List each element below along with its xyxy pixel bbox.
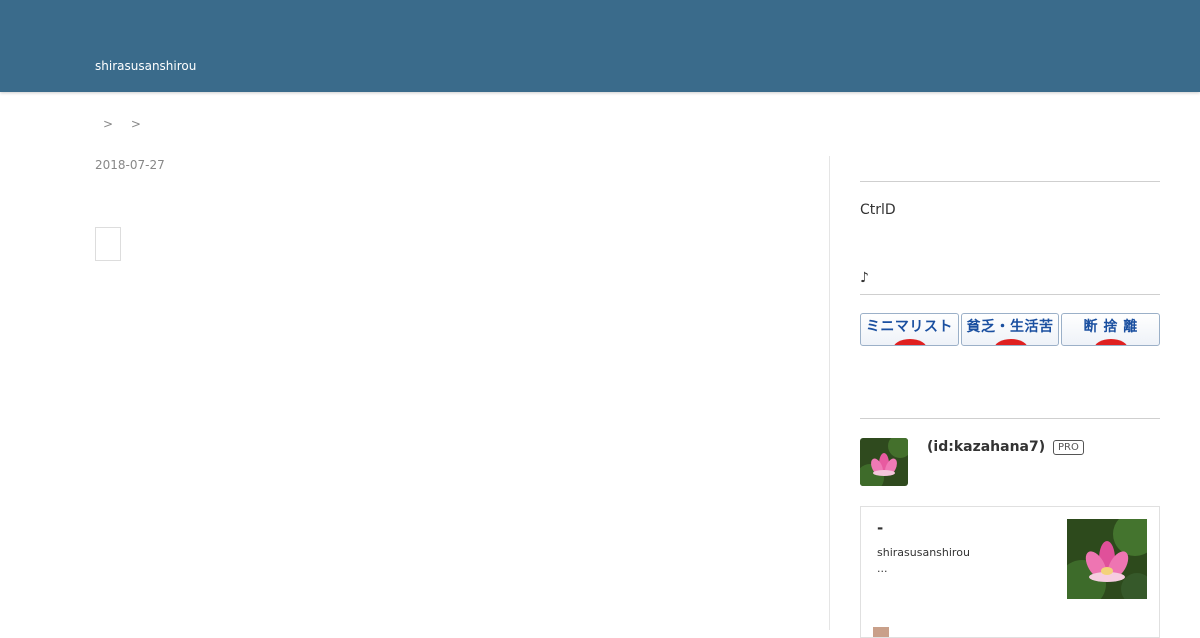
card-thumbnail: [1067, 519, 1147, 599]
sidebar-section-divider: [860, 418, 1160, 419]
profile-card[interactable]: - shirasusanshirou ...: [860, 506, 1160, 638]
card-title: -: [877, 519, 884, 537]
card-description: ...: [877, 562, 888, 575]
lotus-flower-icon: [1067, 519, 1147, 599]
banner-danshari[interactable]: 断 捨 離: [1061, 313, 1161, 346]
pro-badge: PRO: [1053, 440, 1084, 455]
breadcrumb-separator: >: [130, 117, 141, 131]
banner-poverty[interactable]: 貧乏・生活苦: [960, 313, 1060, 346]
banner-label: ミニマリスト: [865, 319, 953, 335]
sidebar-ctrl-text: CtrlD: [860, 202, 896, 218]
breadcrumb-separator: >: [103, 117, 114, 131]
sidebar-divider: [829, 156, 830, 630]
banner-label: 貧乏・生活苦: [966, 319, 1054, 335]
profile-avatar[interactable]: [860, 438, 908, 486]
banner-red-dot: [893, 339, 927, 345]
site-header: shirasusanshirou: [0, 0, 1200, 92]
breadcrumb: > >: [95, 117, 155, 131]
card-author: shirasusanshirou: [877, 546, 970, 559]
ranking-banners: ミニマリスト 貧乏・生活苦 断 捨 離: [860, 313, 1161, 346]
entry-date[interactable]: 2018-07-27: [95, 158, 165, 172]
profile-name[interactable]: (id:kazahana7): [927, 439, 1045, 455]
banner-minimalist[interactable]: ミニマリスト: [860, 313, 959, 346]
blog-title-link[interactable]: shirasusanshirou: [95, 59, 196, 73]
entry-embed-box[interactable]: [95, 227, 121, 261]
sidebar-section-divider: [860, 294, 1160, 295]
card-next-thumbnail: [873, 627, 889, 637]
banner-label: 断 捨 離: [1083, 319, 1138, 335]
sidebar-section-divider: [860, 181, 1160, 182]
banner-red-dot: [993, 339, 1028, 345]
lotus-flower-icon: [860, 438, 908, 486]
banner-red-dot: [1094, 339, 1129, 345]
sidebar-note-text: ♪: [860, 270, 869, 286]
